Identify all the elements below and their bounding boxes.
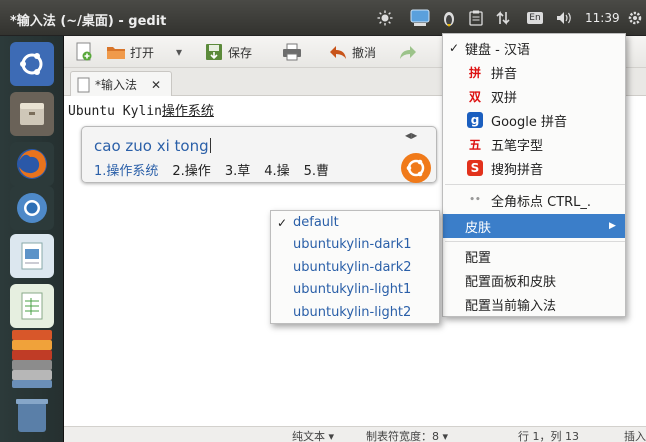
menu-item-config-panel-skin[interactable]: 配置面板和皮肤 xyxy=(443,268,625,292)
skin-option-default[interactable]: ✓ default xyxy=(271,211,439,234)
submenu-arrow-icon: ▶ xyxy=(609,221,616,231)
close-tab-icon[interactable]: ✕ xyxy=(151,78,161,92)
new-document-icon xyxy=(74,42,94,62)
save-button-label: 保存 xyxy=(228,45,253,60)
ubuntu-dash-icon[interactable] xyxy=(10,42,54,86)
menu-item-pinyin[interactable]: 拼 拼音 xyxy=(443,60,625,84)
window-title: *输入法 (~/桌面) - gedit xyxy=(10,14,167,29)
clock[interactable]: 11:39 xyxy=(585,11,620,25)
ime-candidate-list: 1.操作系统 2.操作 3.草 4.操 5.曹 xyxy=(94,160,329,179)
firefox-icon[interactable] xyxy=(10,142,54,186)
open-dropdown-arrow[interactable]: ▾ xyxy=(176,40,182,64)
ime-preedit: cao zuo xi tong xyxy=(94,137,211,155)
menu-item-sogou-pinyin[interactable]: S 搜狗拼音 xyxy=(443,156,625,180)
menu-separator xyxy=(445,241,625,242)
text-caret xyxy=(209,138,211,153)
syntax-selector[interactable]: 纯文本 ▾ xyxy=(292,428,334,442)
save-button[interactable]: 保存 xyxy=(204,40,252,64)
gear-icon[interactable] xyxy=(626,8,644,28)
tab-label: *输入法 xyxy=(95,78,138,92)
top-panel: *输入法 (~/桌面) - gedit En 11:39 xyxy=(0,0,646,36)
menu-item-fullwidth-punct[interactable]: •• 全角标点 CTRL_. xyxy=(443,188,625,212)
menu-item-config[interactable]: 配置 xyxy=(443,244,625,268)
punctuation-icon: •• xyxy=(469,195,481,205)
preedit-text: 操作系统 xyxy=(161,104,214,119)
pinyin-icon: 拼 xyxy=(468,65,481,80)
open-button[interactable]: 打开 xyxy=(106,40,154,64)
ime-candidate[interactable]: 4.操 xyxy=(264,160,289,179)
menu-separator xyxy=(445,184,625,185)
ime-candidate[interactable]: 5.曹 xyxy=(304,160,329,179)
insert-mode: 插入 xyxy=(624,430,646,442)
skin-option-light1[interactable]: ubuntukylin-light1 xyxy=(271,278,439,301)
launcher xyxy=(0,36,64,442)
menu-item-config-current-im[interactable]: 配置当前输入法 xyxy=(443,292,625,316)
network-icon[interactable] xyxy=(494,8,512,28)
wubi-icon: 五 xyxy=(468,137,481,152)
menu-item-shuangpin[interactable]: 双 双拼 xyxy=(443,84,625,108)
cursor-position: 行 1，列 13 xyxy=(518,430,579,442)
menu-item-keyboard-chinese[interactable]: ✓ 键盘 - 汉语 xyxy=(443,36,625,60)
ime-candidate[interactable]: 3.草 xyxy=(225,160,250,179)
ime-pager[interactable]: ◀▶ xyxy=(405,131,417,140)
redo-arrow-icon xyxy=(398,42,418,62)
tab-document[interactable]: *输入法 ✕ xyxy=(70,71,172,97)
shuangpin-icon: 双 xyxy=(468,89,481,104)
sogou-icon: S xyxy=(467,160,483,176)
committed-text: Ubuntu Kylin xyxy=(68,104,162,119)
google-pinyin-icon: g xyxy=(467,112,483,128)
keyboard-input-icon[interactable] xyxy=(409,8,431,28)
brightness-icon[interactable] xyxy=(375,8,395,28)
print-button[interactable] xyxy=(282,40,302,64)
redo-button[interactable] xyxy=(398,40,418,64)
ime-candidate-window: cao zuo xi tong ◀▶ 1.操作系统 2.操作 3.草 4.操 5… xyxy=(81,126,437,183)
new-document-button[interactable] xyxy=(74,40,94,64)
undo-button[interactable]: 撤消 xyxy=(328,40,376,64)
save-icon xyxy=(204,42,224,62)
status-bar: 纯文本 ▾ 制表符宽度：8 ▾ 行 1，列 13 插入 xyxy=(64,426,646,442)
skin-option-dark2[interactable]: ubuntukylin-dark2 xyxy=(271,256,439,279)
chromium-icon[interactable] xyxy=(10,186,54,230)
menu-item-skin[interactable]: 皮肤 ▶ xyxy=(443,214,625,238)
volume-icon[interactable] xyxy=(554,8,576,28)
skin-option-light2[interactable]: ubuntukylin-light2 xyxy=(271,301,439,324)
clipboard-icon[interactable] xyxy=(467,8,485,28)
stacked-apps-icon[interactable] xyxy=(8,328,56,388)
tab-width-selector[interactable]: 制表符宽度：8 ▾ xyxy=(366,428,448,442)
open-button-label: 打开 xyxy=(130,45,155,60)
undo-arrow-icon xyxy=(328,42,348,62)
printer-icon xyxy=(282,42,302,62)
fcitx-penguin-icon[interactable] xyxy=(440,8,458,28)
undo-button-label: 撤消 xyxy=(352,45,377,60)
trash-icon[interactable] xyxy=(8,394,56,438)
skin-submenu: ✓ default ubuntukylin-dark1 ubuntukylin-… xyxy=(270,210,440,324)
document-icon xyxy=(77,77,91,93)
menu-item-google-pinyin[interactable]: g Google 拼音 xyxy=(443,108,625,132)
ubuntu-kylin-logo-icon xyxy=(400,152,432,184)
menu-item-wubi[interactable]: 五 五笔字型 xyxy=(443,132,625,156)
ime-candidate[interactable]: 1.操作系统 xyxy=(94,160,158,179)
ime-candidate[interactable]: 2.操作 xyxy=(172,160,210,179)
input-method-menu: ✓ 键盘 - 汉语 拼 拼音 双 双拼 g Google 拼音 五 五笔字型 S… xyxy=(442,33,626,317)
keyboard-layout-indicator[interactable]: En xyxy=(525,8,545,28)
skin-option-dark1[interactable]: ubuntukylin-dark1 xyxy=(271,233,439,256)
editor-line: Ubuntu Kylin操作系统 xyxy=(68,100,214,119)
document-viewer-icon[interactable] xyxy=(10,234,54,278)
spreadsheet-icon[interactable] xyxy=(10,284,54,328)
file-manager-icon[interactable] xyxy=(10,92,54,136)
folder-open-icon xyxy=(106,42,126,62)
